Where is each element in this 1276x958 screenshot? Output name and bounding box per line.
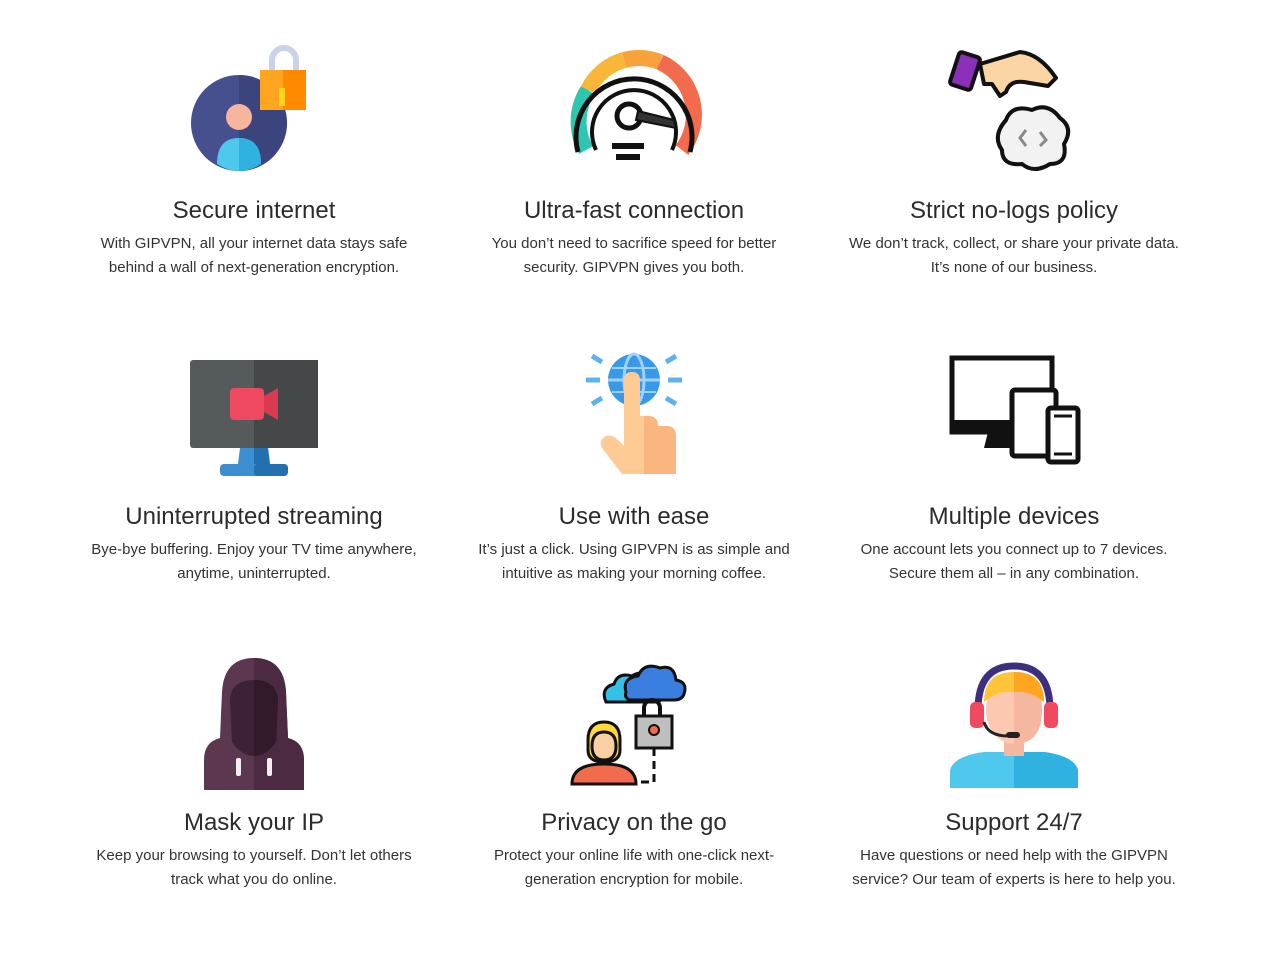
feature-description-line: security. GIPVPN gives you both. <box>523 259 745 276</box>
feature-description-line: Secure them all – in any combination. <box>888 565 1140 582</box>
feature-description-line: generation encryption for mobile. <box>524 871 744 888</box>
feature-title: Multiple devices <box>928 503 1100 530</box>
feature-no-logs: Strict no-logs policy We don’t track, co… <box>824 40 1204 346</box>
speedometer-icon <box>564 40 704 180</box>
feature-description: It’s just a click. Using GIPVPN is as si… <box>459 538 809 586</box>
feature-description-line: intuitive as making your morning coffee. <box>501 565 767 582</box>
multiple-devices-icon <box>944 346 1084 486</box>
feature-description: We don’t track, collect, or share your p… <box>839 232 1189 280</box>
cloud-lock-user-icon <box>564 652 704 792</box>
feature-description: One account lets you connect up to 7 dev… <box>839 538 1189 586</box>
feature-description-line: Have questions or need help with the GIP… <box>860 847 1168 864</box>
feature-description: Bye-bye buffering. Enjoy your TV time an… <box>79 538 429 586</box>
feature-description: Protect your online life with one-click … <box>459 844 809 892</box>
feature-title: Strict no-logs policy <box>909 197 1119 224</box>
feature-description-line: Protect your online life with one-click … <box>493 847 775 864</box>
feature-mask-ip: Mask your IP Keep your browsing to yours… <box>64 652 444 958</box>
streaming-monitor-icon <box>184 346 324 486</box>
feature-description-line: service? Our team of experts is here to … <box>852 871 1176 888</box>
feature-support: Support 24/7 Have questions or need help… <box>824 652 1204 958</box>
feature-description-line: behind a wall of next-generation encrypt… <box>108 259 400 276</box>
feature-description-line: Bye-bye buffering. Enjoy your TV time an… <box>91 541 417 558</box>
feature-title: Use with ease <box>558 503 710 530</box>
secure-internet-icon <box>184 40 324 180</box>
features-grid: Secure internet With GIPVPN, all your in… <box>64 40 1204 958</box>
feature-title: Ultra-fast connection <box>523 197 745 224</box>
feature-title: Mask your IP <box>183 809 325 836</box>
feature-multiple-devices: Multiple devices One account lets you co… <box>824 346 1204 652</box>
feature-uninterrupted-streaming: Uninterrupted streaming Bye-bye bufferin… <box>64 346 444 652</box>
feature-secure-internet: Secure internet With GIPVPN, all your in… <box>64 40 444 346</box>
feature-description-line: anytime, uninterrupted. <box>177 565 331 582</box>
feature-description: Have questions or need help with the GIP… <box>839 844 1189 892</box>
feature-description-line: We don’t track, collect, or share your p… <box>849 235 1179 252</box>
support-agent-icon <box>944 652 1084 792</box>
feature-description-line: Keep your browsing to yourself. Don’t le… <box>96 847 412 864</box>
hooded-figure-icon <box>184 652 324 792</box>
feature-title: Uninterrupted streaming <box>125 503 383 530</box>
feature-description: You don’t need to sacrifice speed for be… <box>459 232 809 280</box>
click-globe-icon <box>564 346 704 486</box>
feature-description-line: You don’t need to sacrifice speed for be… <box>491 235 777 252</box>
feature-title: Support 24/7 <box>945 809 1083 836</box>
feature-description-line: It’s just a click. Using GIPVPN is as si… <box>478 541 790 558</box>
feature-description-line: One account lets you connect up to 7 dev… <box>860 541 1168 558</box>
feature-privacy-on-the-go: Privacy on the go Protect your online li… <box>444 652 824 958</box>
feature-description: Keep your browsing to yourself. Don’t le… <box>79 844 429 892</box>
no-logs-icon <box>944 40 1084 180</box>
feature-title: Secure internet <box>172 197 336 224</box>
feature-description-line: track what you do online. <box>171 871 337 888</box>
feature-description-line: It’s none of our business. <box>930 259 1098 276</box>
feature-title: Privacy on the go <box>541 809 727 836</box>
feature-description-line: With GIPVPN, all your internet data stay… <box>100 235 408 252</box>
feature-use-with-ease: Use with ease It’s just a click. Using G… <box>444 346 824 652</box>
feature-ultra-fast-connection: Ultra-fast connection You don’t need to … <box>444 40 824 346</box>
feature-description: With GIPVPN, all your internet data stay… <box>79 232 429 280</box>
